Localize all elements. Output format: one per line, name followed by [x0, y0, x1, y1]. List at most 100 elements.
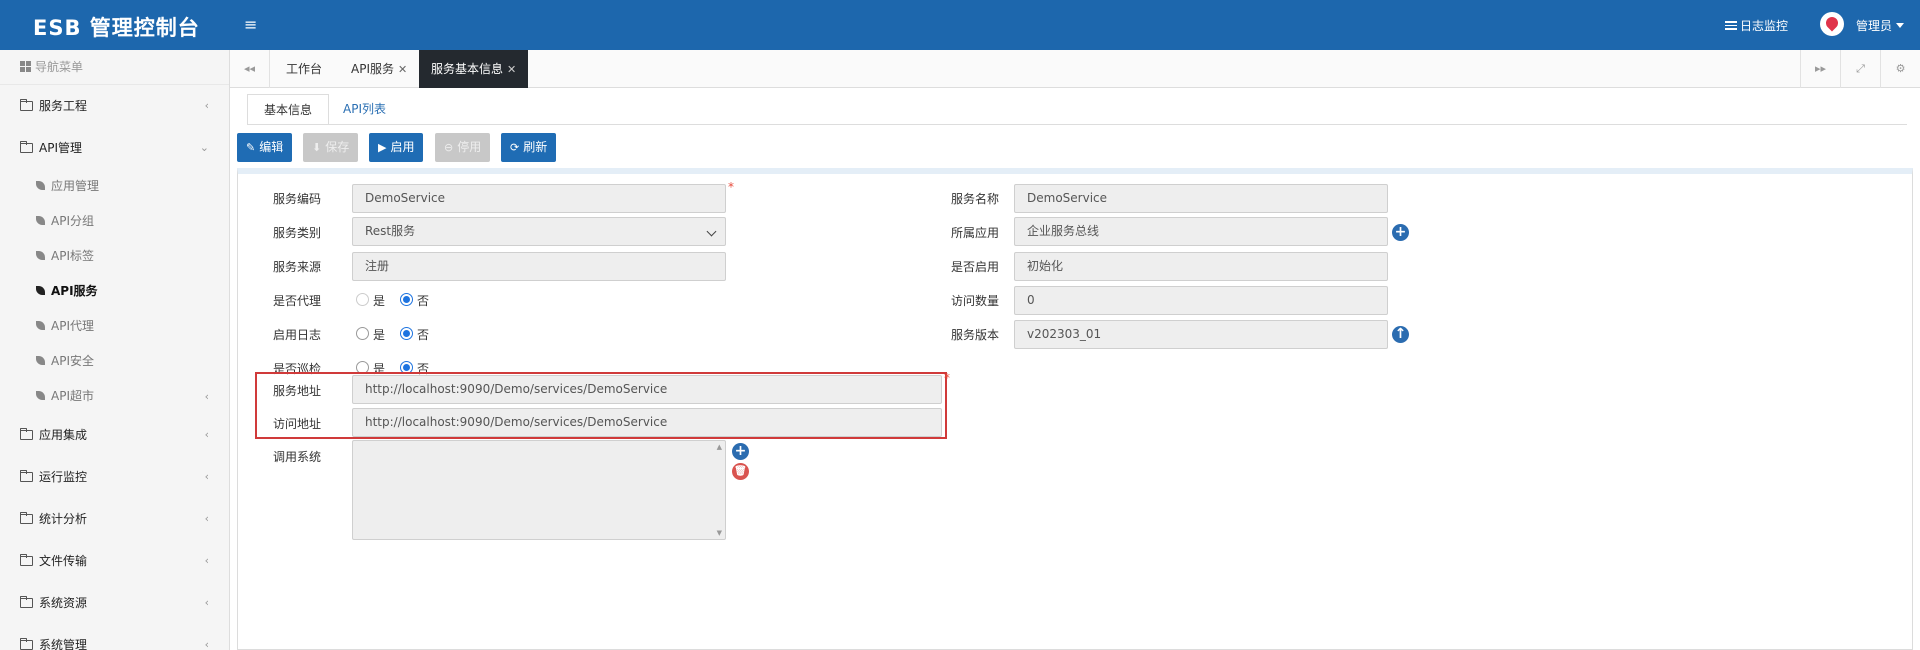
enable-log-label: 启用日志 [273, 328, 322, 342]
sidebar-group-runtime-monitor[interactable]: 运行监控 ‹ [0, 456, 229, 498]
tab-api-service[interactable]: API服务 ✕ [351, 50, 407, 88]
sidebar-group-label: 服务工程 [39, 99, 88, 113]
refresh-icon: ⟳ [510, 141, 520, 154]
version-label: 服务版本 [951, 328, 1000, 342]
access-address-label: 访问地址 [273, 417, 322, 431]
tab-basic-info[interactable]: 基本信息 [247, 94, 330, 125]
enable-label: 启用 [390, 140, 415, 154]
leaf-icon [36, 251, 45, 260]
sidebar-item-api-service[interactable]: API服务 [0, 274, 229, 309]
enable-log-radio-group: 是 否 [356, 324, 456, 344]
play-icon: ▶ [378, 141, 387, 154]
calling-system-label: 调用系统 [273, 450, 322, 464]
save-button[interactable]: ⬇ 保存 [303, 133, 359, 162]
app-field[interactable]: 企业服务总线 [1014, 217, 1388, 246]
is-proxy-radio-group: 是 否 [356, 290, 456, 310]
sidebar-group-label: 应用集成 [39, 428, 88, 442]
leaf-icon [36, 321, 45, 330]
sidebar-item-label: API安全 [51, 354, 94, 368]
edit-label: 编辑 [259, 140, 284, 154]
version-field[interactable]: v202303_01 [1014, 320, 1388, 349]
sidebar-item-label: 应用管理 [51, 179, 100, 193]
enable-log-yes-radio[interactable] [356, 327, 369, 340]
sidebar-group-api-management[interactable]: API管理 ⌄ [0, 127, 229, 169]
close-icon[interactable]: ✕ [398, 63, 407, 76]
sidebar-group-label: 文件传输 [39, 554, 88, 568]
visit-count-label: 访问数量 [951, 294, 1000, 308]
is-proxy-label: 是否代理 [273, 294, 322, 308]
close-icon[interactable]: ✕ [507, 63, 516, 76]
sidebar-group-statistics[interactable]: 统计分析 ‹ [0, 498, 229, 540]
is-enabled-field[interactable]: 初始化 [1014, 252, 1388, 281]
enable-button[interactable]: ▶ 启用 [369, 133, 424, 162]
tab-service-basic-info[interactable]: 服务基本信息 ✕ [419, 50, 529, 88]
sidebar-item-api-tag[interactable]: API标签 [0, 239, 229, 274]
sidebar-item-api-security[interactable]: API安全 [0, 344, 229, 379]
tab-scroll-left-icon[interactable]: ◂◂ [230, 50, 270, 88]
save-label: 保存 [325, 140, 350, 154]
service-source-label: 服务来源 [273, 260, 322, 274]
is-proxy-yes-radio[interactable] [356, 293, 369, 306]
is-proxy-no-radio[interactable] [400, 293, 413, 306]
tab-api-list[interactable]: API列表 [327, 94, 402, 125]
menu-toggle-icon[interactable]: ≡ [244, 15, 257, 34]
sidebar-group-label: API管理 [39, 141, 82, 155]
disable-button[interactable]: ⊖ 停用 [435, 133, 491, 162]
sidebar: 导航菜单 服务工程 ‹ API管理 ⌄ 应用管理 API分组 API标签 API… [0, 50, 230, 650]
sidebar-item-api-market[interactable]: API超市 ‹ [0, 379, 229, 414]
sidebar-group-system-resources[interactable]: 系统资源 ‹ [0, 582, 229, 624]
service-category-select[interactable]: Rest服务 [352, 217, 726, 246]
add-app-icon[interactable]: + [1392, 224, 1409, 241]
upgrade-version-icon[interactable]: ↑ [1392, 326, 1409, 343]
page-tab-bar: ◂◂ 工作台 API服务 ✕ 服务基本信息 ✕ ▸▸ ⤢ ⚙ [230, 50, 1920, 88]
visit-count-field[interactable]: 0 [1014, 286, 1388, 315]
settings-icon[interactable]: ⚙ [1880, 50, 1920, 88]
access-address-field[interactable]: http://localhost:9090/Demo/services/Demo… [352, 408, 942, 437]
chevron-down-icon: ⌄ [199, 141, 209, 154]
nav-header: 导航菜单 [0, 50, 229, 85]
refresh-button[interactable]: ⟳ 刷新 [501, 133, 557, 162]
sidebar-item-api-proxy[interactable]: API代理 [0, 309, 229, 344]
folder-icon [20, 99, 33, 111]
radio-label: 是 [373, 294, 386, 308]
tab-scroll-right-icon[interactable]: ▸▸ [1800, 50, 1840, 88]
calling-system-textarea[interactable]: ▲ ▼ [352, 440, 726, 540]
chevron-left-icon: ‹ [204, 390, 209, 403]
tab-label: 工作台 [286, 62, 323, 76]
sidebar-group-label: 统计分析 [39, 512, 88, 526]
service-name-field[interactable]: DemoService [1014, 184, 1388, 213]
sidebar-item-app-management[interactable]: 应用管理 [0, 169, 229, 204]
edit-button[interactable]: ✎ 编辑 [237, 133, 293, 162]
log-monitor-link[interactable]: 日志监控 [1725, 17, 1788, 34]
edit-icon: ✎ [246, 141, 256, 154]
enable-log-no-radio[interactable] [400, 327, 413, 340]
fullscreen-icon[interactable]: ⤢ [1840, 50, 1880, 88]
delete-calling-system-icon[interactable]: 🗑 [732, 463, 749, 480]
tab-label: 服务基本信息 [431, 62, 504, 76]
service-code-field[interactable]: DemoService [352, 184, 726, 213]
sidebar-group-service-project[interactable]: 服务工程 ‹ [0, 85, 229, 127]
service-code-label: 服务编码 [273, 192, 322, 206]
sidebar-group-system-management[interactable]: 系统管理 ‹ [0, 624, 229, 650]
list-icon [1725, 21, 1737, 30]
grid-icon [20, 61, 31, 72]
sidebar-item-label: API分组 [51, 214, 94, 228]
chevron-left-icon: ‹ [204, 638, 209, 650]
service-address-field[interactable]: http://localhost:9090/Demo/services/Demo… [352, 375, 942, 404]
top-bar: ESB 管理控制台 ≡ 日志监控 管理员 [0, 0, 1920, 50]
scroll-up-icon[interactable]: ▲ [717, 443, 722, 451]
radio-label: 否 [417, 294, 430, 308]
sidebar-group-label: 系统资源 [39, 596, 88, 610]
scroll-down-icon[interactable]: ▼ [717, 529, 722, 537]
chevron-left-icon: ‹ [204, 554, 209, 567]
service-name-label: 服务名称 [951, 192, 1000, 206]
sidebar-item-api-group[interactable]: API分组 [0, 204, 229, 239]
download-icon: ⬇ [312, 141, 322, 154]
service-address-label: 服务地址 [273, 384, 322, 398]
user-name: 管理员 [1856, 19, 1893, 33]
add-calling-system-icon[interactable]: + [732, 443, 749, 460]
sidebar-group-app-integration[interactable]: 应用集成 ‹ [0, 414, 229, 456]
service-source-field[interactable]: 注册 [352, 252, 726, 281]
sidebar-group-file-transfer[interactable]: 文件传输 ‹ [0, 540, 229, 582]
tab-workbench[interactable]: 工作台 [286, 50, 322, 88]
